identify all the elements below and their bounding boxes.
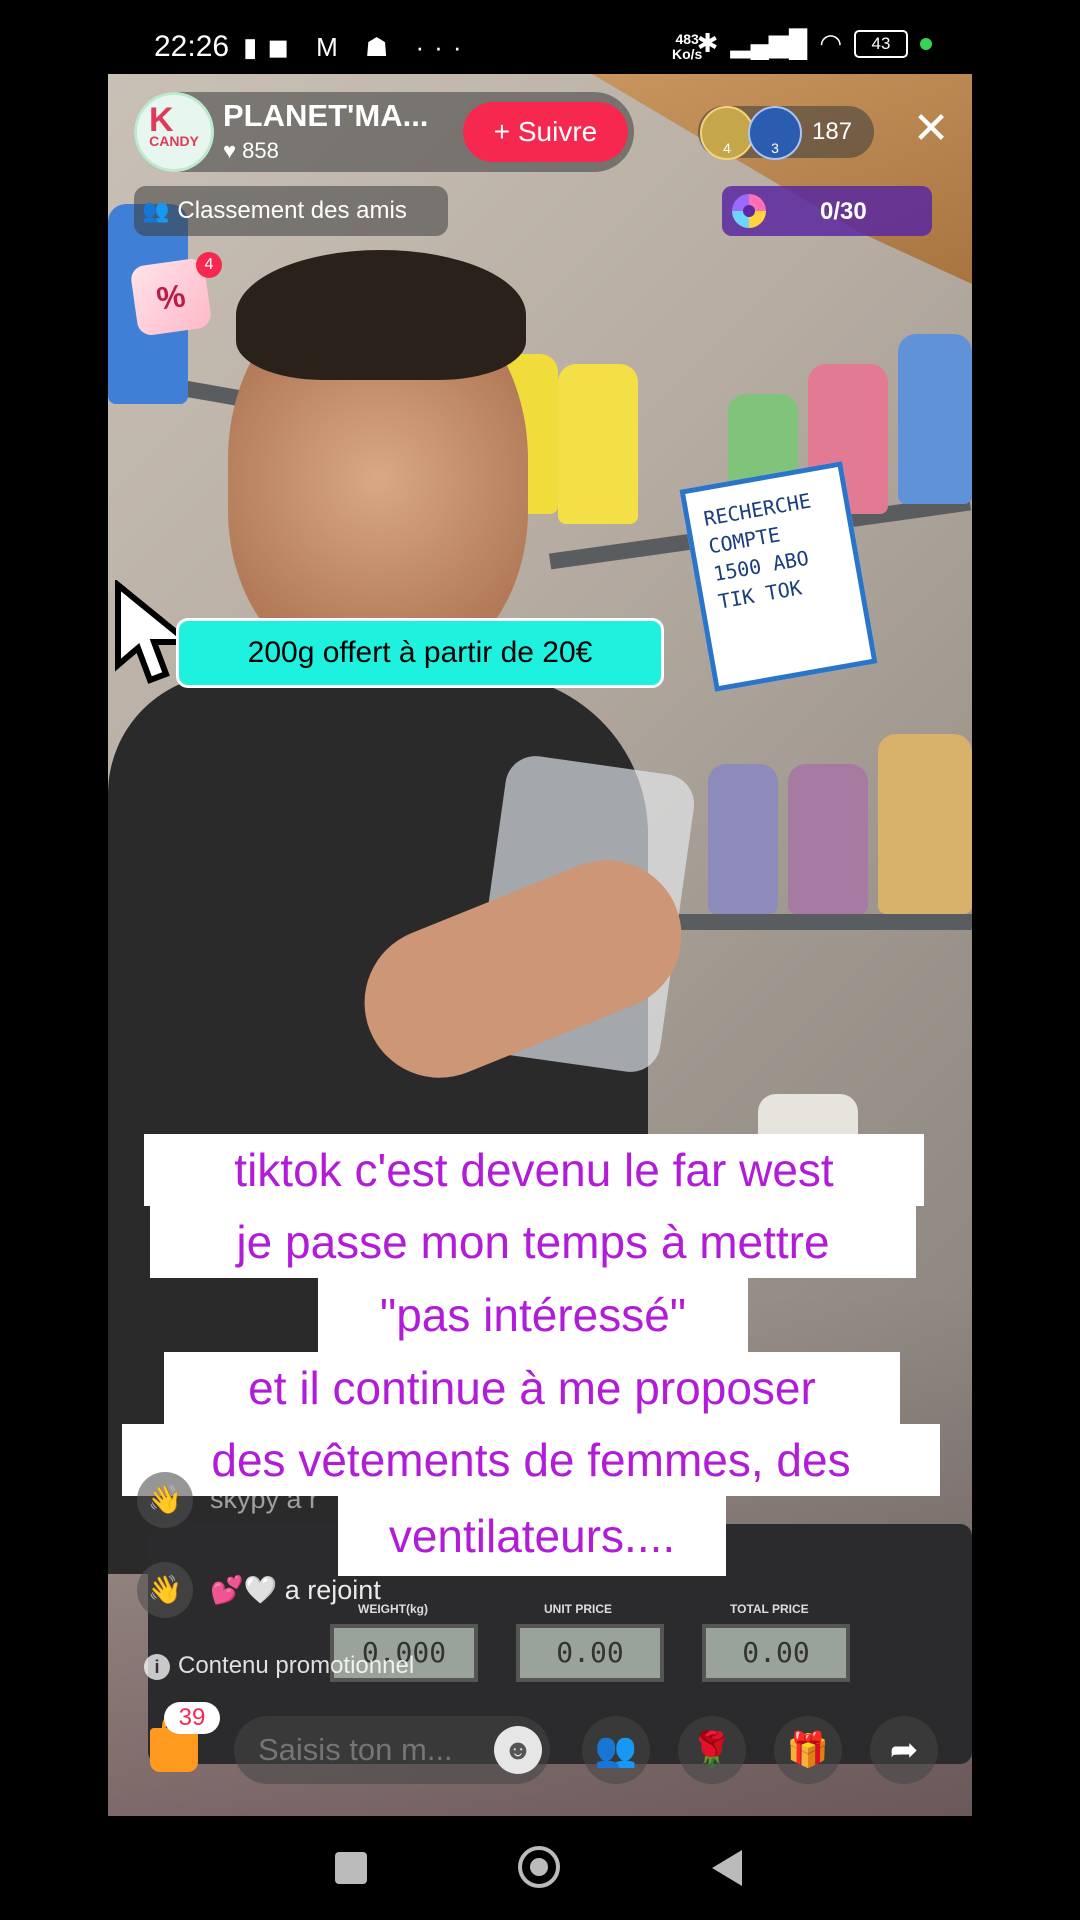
status-time: 22:26 <box>154 30 230 63</box>
coupon-count-badge: 4 <box>196 252 222 278</box>
rose-gift-button[interactable]: 🌹 <box>678 1716 746 1784</box>
caption-line: "pas intéressé" <box>318 1278 748 1352</box>
join-message: 💕🤍 a rejoint <box>210 1574 381 1606</box>
candy-jar <box>898 334 972 504</box>
friends-ranking-label: Classement des amis <box>177 197 407 224</box>
notification-icons: ▮◼ M ☗ ··· <box>243 32 472 62</box>
join-message: skypy a r <box>210 1484 319 1514</box>
scale-display: 0.00 <box>516 1624 664 1682</box>
emoji-icon[interactable]: ☻ <box>494 1726 542 1774</box>
viewer-count[interactable]: 187 <box>812 118 852 146</box>
candy-jar <box>878 734 972 914</box>
candy-jar <box>708 764 778 914</box>
info-icon: i <box>144 1654 170 1680</box>
follow-button[interactable]: + Suivre <box>463 102 628 162</box>
scale-display: 0.00 <box>702 1624 850 1682</box>
candy-jar <box>788 764 868 914</box>
caption-line: ventilateurs.... <box>338 1496 726 1576</box>
home-icon[interactable] <box>518 1846 560 1888</box>
bluetooth-icon: ✱ <box>696 28 719 58</box>
status-bar: 22:26 ▮◼ M ☗ ··· 483 Ko/s ✱ ▂▄▆█ ◠ 43 <box>0 0 1080 74</box>
shopping-bag-icon[interactable] <box>150 1714 198 1772</box>
multi-guest-button[interactable]: 👥 <box>582 1716 650 1784</box>
goal-progress[interactable]: 0/30 <box>722 186 932 236</box>
donut-icon <box>732 194 766 228</box>
gift-button[interactable]: 🎁 <box>774 1716 842 1784</box>
wave-icon[interactable]: 👋 <box>137 1472 193 1528</box>
friends-ranking-button[interactable]: 👥 Classement des amis <box>134 186 448 236</box>
hearts-icon: 💕🤍 <box>210 1575 278 1605</box>
avatar-logo: K <box>149 101 174 139</box>
candy-jar <box>558 364 638 524</box>
host-likes: ♥ 858 <box>223 138 279 163</box>
shop-count-badge: 39 <box>164 1702 220 1734</box>
wifi-icon: ◠ <box>819 28 842 58</box>
top-viewer-avatar[interactable]: 4 <box>700 106 754 160</box>
battery-icon: 43 <box>854 29 908 58</box>
host-name[interactable]: PLANET'MA... <box>223 98 428 134</box>
join-message-text: a rejoint <box>284 1575 381 1605</box>
signal-icon: ▂▄▆█ <box>730 28 808 58</box>
top-viewer-avatar[interactable]: 3 <box>748 106 802 160</box>
promo-note: i Contenu promotionnel <box>144 1652 414 1680</box>
scale-label: TOTAL PRICE <box>730 1602 809 1616</box>
person-hair <box>236 250 526 380</box>
caption-line: tiktok c'est devenu le far west <box>144 1134 924 1206</box>
promo-banner[interactable]: 200g offert à partir de 20€ <box>176 618 664 688</box>
caption-line: je passe mon temps à mettre <box>150 1206 916 1278</box>
handwritten-sign: RECHERCHE COMPTE 1500 ABO TIK TOK <box>679 461 878 692</box>
caption-line: et il continue à me proposer <box>164 1352 900 1424</box>
people-icon: 👥 <box>142 198 170 223</box>
host-avatar[interactable]: K CANDY <box>134 92 214 172</box>
recents-icon[interactable] <box>335 1852 367 1884</box>
privacy-dot-icon <box>920 37 932 50</box>
back-icon[interactable] <box>712 1850 742 1886</box>
wave-icon[interactable]: 👋 <box>137 1562 193 1618</box>
promo-note-text: Contenu promotionnel <box>178 1652 415 1679</box>
scale-label: UNIT PRICE <box>544 1602 613 1616</box>
status-right: ✱ ▂▄▆█ ◠ 43 <box>697 28 932 59</box>
share-button[interactable]: ➦ <box>870 1716 938 1784</box>
close-icon[interactable]: ✕ <box>906 104 956 154</box>
goal-progress-value: 0/30 <box>820 198 867 225</box>
